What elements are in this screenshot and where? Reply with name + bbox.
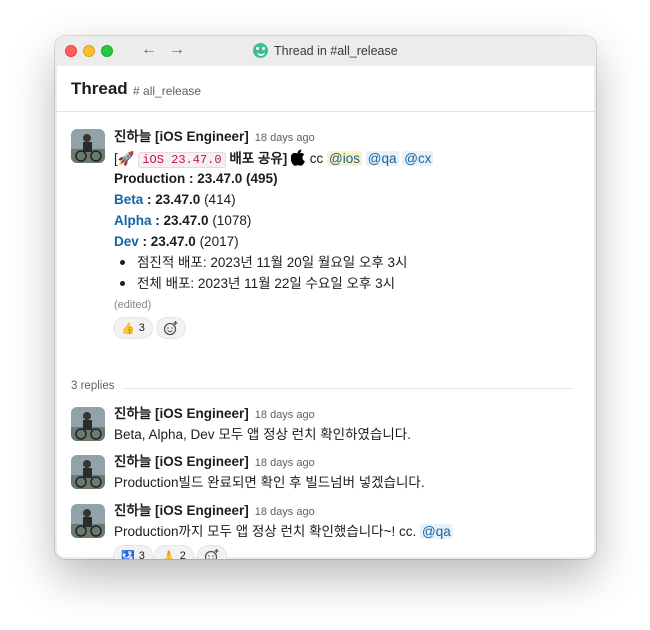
app-window: ← → Thread in #all_release Thread # all_… [55, 36, 596, 559]
message-header: 진하늘 [iOS Engineer] 18 days ago [114, 453, 315, 472]
window-title-text: Thread in #all_release [274, 43, 398, 58]
mention-ios[interactable]: @ios [327, 151, 362, 166]
folded-hands-emoji: 🙏 [162, 550, 176, 560]
author-name[interactable]: 진하늘 [iOS Engineer] [114, 454, 249, 469]
thread-title: Thread [71, 79, 128, 98]
avatar[interactable] [71, 407, 105, 441]
reaction-thumbsup[interactable]: 👍 3 [113, 317, 153, 339]
add-emoji-icon [163, 321, 178, 336]
author-name[interactable]: 진하늘 [iOS Engineer] [114, 129, 249, 144]
title-bar: ← → Thread in #all_release [55, 36, 596, 66]
reaction-count: 2 [179, 550, 186, 559]
channel-link[interactable]: # all_release [133, 84, 201, 98]
zoom-window-button[interactable] [101, 45, 113, 57]
mention-qa[interactable]: @qa [419, 524, 453, 539]
reaction-passport-control[interactable]: 🛂 3 [113, 545, 153, 559]
bullet-text: 전체 배포: 2023년 11월 22일 수요일 오후 3시 [137, 276, 396, 291]
reply-text: Production까지 모두 앱 정상 런치 확인했습니다~! cc. @qa [114, 523, 453, 541]
dev-build: (2017) [195, 234, 239, 249]
separator: : [138, 234, 151, 249]
timestamp[interactable]: 18 days ago [255, 457, 315, 469]
beta-build: (414) [200, 192, 236, 207]
bullet-text: 점진적 배포: 2023년 11월 20일 월요일 오후 3시 [137, 255, 408, 270]
timestamp[interactable]: 18 days ago [255, 132, 315, 144]
hash-icon: # [133, 84, 144, 98]
timestamp[interactable]: 18 days ago [255, 409, 315, 421]
thumbs-up-emoji: 👍 [121, 322, 135, 335]
channel-name: all_release [143, 84, 202, 98]
separator: : [151, 213, 164, 228]
add-emoji-icon [204, 549, 219, 559]
mention-qa[interactable]: @qa [365, 151, 399, 166]
dev-line: Dev : 23.47.0 (2017) [114, 233, 239, 251]
bullet-dot [120, 259, 125, 265]
mention-cx[interactable]: @cx [402, 151, 434, 166]
production-label: Production : 23.47.0 [114, 171, 243, 186]
arrow-right-icon[interactable]: → [169, 41, 185, 59]
replies-count: 3 replies [71, 380, 115, 392]
avatar[interactable] [71, 455, 105, 489]
reply-text: Beta, Alpha, Dev 모두 앱 정상 런치 확인하였습니다. [114, 427, 411, 442]
window-title: Thread in #all_release [253, 43, 398, 58]
apple-logo-icon [290, 149, 306, 171]
divider [123, 388, 573, 389]
passport-control-emoji: 🛂 [121, 550, 135, 560]
author-name[interactable]: 진하늘 [iOS Engineer] [114, 503, 249, 518]
reply-text: Production빌드 완료되면 확인 후 빌드넘버 넣겠습니다. [114, 475, 425, 490]
message-header: 진하늘 [iOS Engineer] 18 days ago [114, 128, 315, 147]
cc-label: cc [306, 151, 328, 166]
release-label: 배포 공유] [225, 151, 288, 166]
edited-label: (edited) [114, 299, 152, 311]
production-line: Production : 23.47.0 (495) [114, 170, 278, 188]
add-reaction-button[interactable] [156, 317, 186, 339]
timestamp[interactable]: 18 days ago [255, 506, 315, 518]
reaction-count: 3 [138, 550, 145, 559]
dev-version: 23.47.0 [150, 234, 196, 249]
close-window-button[interactable] [65, 45, 77, 57]
message-header: 진하늘 [iOS Engineer] 18 days ago [114, 502, 315, 521]
thread-header: Thread # all_release [57, 66, 594, 112]
bullet-item: 전체 배포: 2023년 11월 22일 수요일 오후 3시 [114, 275, 395, 293]
alpha-build: (1078) [208, 213, 252, 228]
dev-name: Dev [114, 234, 139, 249]
author-name[interactable]: 진하늘 [iOS Engineer] [114, 406, 249, 421]
thread-panel: Thread # all_release 진하늘 [iOS Engineer] 1… [57, 66, 594, 559]
reaction-pray[interactable]: 🙏 2 [154, 545, 194, 559]
minimize-window-button[interactable] [83, 45, 95, 57]
reaction-count: 3 [138, 322, 145, 334]
beta-version: 23.47.0 [155, 192, 201, 207]
message-header: 진하늘 [iOS Engineer] 18 days ago [114, 405, 315, 424]
bullet-dot [120, 280, 125, 286]
message-line-title: [🚀 iOS 23.47.0 배포 공유] cc @ios @qa @cx [114, 149, 434, 171]
reply-text-body: Production까지 모두 앱 정상 런치 확인했습니다~! cc. [114, 524, 420, 539]
alpha-name: Alpha [114, 213, 152, 228]
add-reaction-button[interactable] [197, 545, 227, 559]
arrow-left-icon[interactable]: ← [141, 41, 157, 59]
separator: : [143, 192, 156, 207]
avatar[interactable] [71, 504, 105, 538]
avatar[interactable] [71, 129, 105, 163]
alpha-line: Alpha : 23.47.0 (1078) [114, 212, 251, 230]
beta-line: Beta : 23.47.0 (414) [114, 191, 236, 209]
bullet-item: 점진적 배포: 2023년 11월 20일 월요일 오후 3시 [114, 254, 407, 272]
version-code: iOS 23.47.0 [138, 152, 226, 168]
beta-name: Beta [114, 192, 144, 207]
production-build: (495) [242, 171, 278, 186]
alpha-version: 23.47.0 [163, 213, 209, 228]
rocket-emoji: 🚀 [117, 151, 135, 166]
app-logo-icon [253, 43, 268, 58]
